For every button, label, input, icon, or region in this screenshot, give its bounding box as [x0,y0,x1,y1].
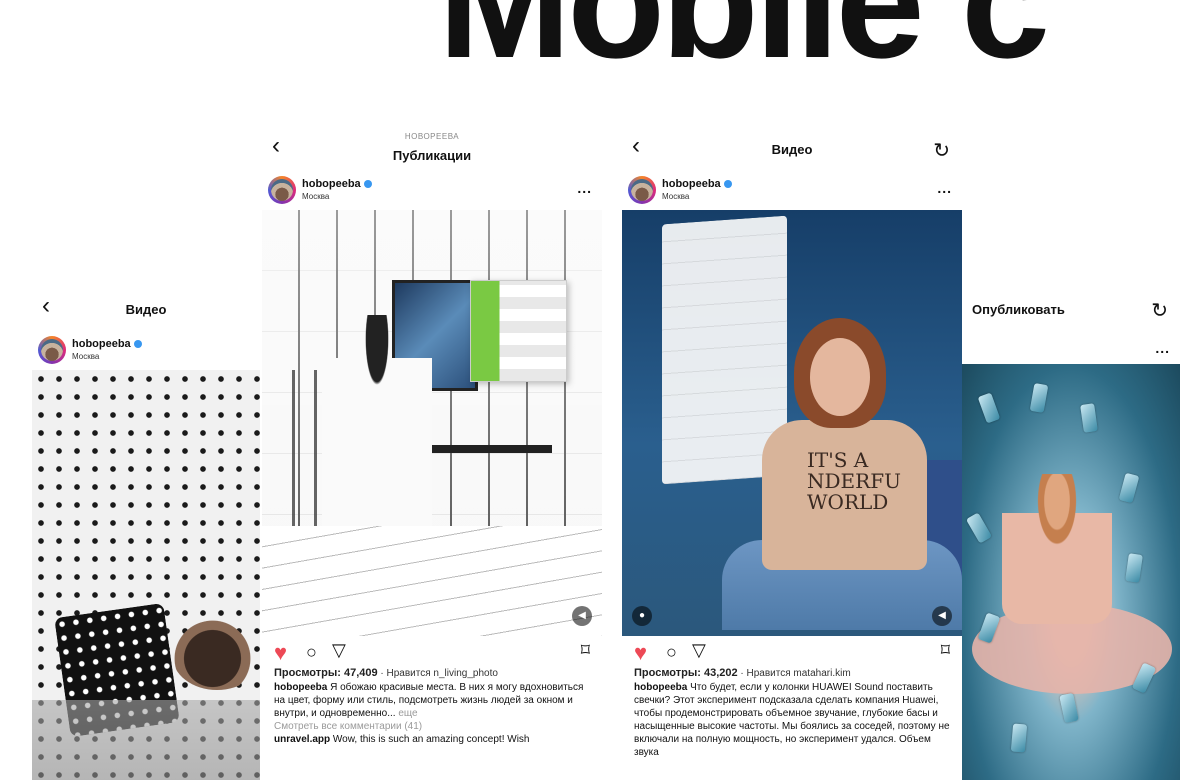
username[interactable]: hobopeeba [72,338,142,350]
verified-icon [723,180,732,189]
location[interactable]: Москва [662,192,689,201]
phone-screen-4: Опубликовать ↻ ... [962,288,1180,780]
post-image[interactable]: ◀ [262,210,602,636]
views-line: Просмотры: 47,409 · Нравится n_living_ph… [274,666,590,681]
comment-icon[interactable]: ○ [306,642,317,663]
caption-text: Что будет, если у колонки HUAWEI Sound п… [634,681,950,759]
person-shape [1002,474,1112,624]
comment-text: Wow, this is such an amazing concept! Wi… [330,734,530,746]
hero-heading: Mobile c [438,0,1050,91]
liked-by[interactable]: · Нравится matahari.kim [738,668,850,679]
volume-icon[interactable]: ◀ [932,606,952,626]
floating-phone-shape [977,392,1001,424]
floor-shape [32,700,260,780]
caption-username[interactable]: hobopeeba [634,682,687,693]
phone-screen-2: ‹ НОВОРЕЕВА Публикации hobopeeba Москва … [262,128,602,780]
post-actions: ♥ ○ ▽ ⌑ [262,636,602,666]
face-shape [810,338,870,416]
views-line: Просмотры: 43,202 · Нравится matahari.ki… [634,666,950,681]
verified-icon [363,180,372,189]
screen-title: Видео [125,302,167,317]
caption-text-block: hobopeeba Я обожаю красивые места. В них… [274,681,590,721]
post-caption: Просмотры: 43,202 · Нравится matahari.ki… [622,666,962,760]
avatar[interactable] [268,176,296,204]
views-count[interactable]: Просмотры: 43,202 [634,667,738,679]
screen-title: Видео [771,142,813,157]
post-image[interactable] [32,370,260,780]
post-caption: Просмотры: 47,409 · Нравится n_living_ph… [262,666,602,746]
floating-phone-shape [1029,382,1049,414]
comment-line: unravel.app Wow, this is such an amazing… [274,733,590,746]
floating-phone-shape [1118,472,1140,504]
refresh-icon[interactable]: ↻ [933,138,950,163]
screen-subtitle: НОВОРЕЕВА [404,132,460,141]
views-count[interactable]: Просмотры: 47,409 [274,667,378,679]
post-header: ... [962,332,1180,364]
post-image[interactable]: IT'S A NDERFU WORLD ● ◀ [622,210,962,636]
bookmark-icon[interactable]: ⌑ [941,640,950,661]
ar-panel-shape [470,280,567,382]
post-header: hobopeeba Москва [32,332,260,370]
floating-phone-shape [1080,403,1098,433]
floor-shape [262,526,602,636]
floating-phone-shape [965,512,993,544]
avatar[interactable] [628,176,656,204]
nav-bar: ‹ НОВОРЕЕВА Публикации [262,128,602,172]
share-icon[interactable]: ▽ [692,640,706,661]
liked-by[interactable]: · Нравится n_living_photo [378,668,498,679]
publish-button[interactable]: Опубликовать [972,302,1180,317]
person-shape [322,315,432,555]
comment-icon[interactable]: ○ [666,642,677,663]
person-shape [172,620,260,690]
phone-screen-1: ‹ Видео hobopeeba Москва [32,288,260,780]
username[interactable]: hobopeeba [662,178,732,190]
username[interactable]: hobopeeba [302,178,372,190]
avatar[interactable] [38,336,66,364]
more-options-icon[interactable]: ... [577,180,592,196]
nav-bar: ‹ Видео [32,288,260,332]
volume-icon[interactable]: ◀ [572,606,592,626]
screen-title: Публикации [392,148,472,163]
post-header: hobopeeba Москва ... [622,172,962,210]
comment-username[interactable]: unravel.app [274,734,330,745]
bookmark-icon[interactable]: ⌑ [581,640,590,661]
table-shape [432,445,552,453]
refresh-icon[interactable]: ↻ [1151,298,1168,323]
floating-phone-shape [1059,692,1079,724]
tagged-user-icon[interactable]: ● [632,606,652,626]
location[interactable]: Москва [302,192,329,201]
nav-bar: ‹ Видео ↻ [622,128,962,172]
post-header: hobopeeba Москва ... [262,172,602,210]
share-icon[interactable]: ▽ [332,640,346,661]
sweater-print: IT'S A NDERFU WORLD [807,448,901,514]
like-heart-icon[interactable]: ♥ [634,640,647,666]
like-heart-icon[interactable]: ♥ [274,640,287,666]
verified-icon [133,340,142,349]
location[interactable]: Москва [72,352,99,361]
more-options-icon[interactable]: ... [1155,340,1170,356]
view-comments-link[interactable]: Смотреть все комментарии (41) [274,720,590,733]
more-link[interactable]: еще [396,708,417,719]
post-actions: ♥ ○ ▽ ⌑ [622,636,962,666]
floating-phone-shape [1010,723,1028,753]
caption-username[interactable]: hobopeeba [274,682,327,693]
nav-bar: Опубликовать ↻ [962,288,1180,332]
more-options-icon[interactable]: ... [937,180,952,196]
phone-screen-3: ‹ Видео ↻ hobopeeba Москва ... IT'S A ND… [622,128,962,780]
post-image[interactable] [962,364,1180,780]
floating-phone-shape [1125,553,1143,583]
caption-text-block: hobopeeba Что будет, если у колонки HUAW… [634,681,950,760]
